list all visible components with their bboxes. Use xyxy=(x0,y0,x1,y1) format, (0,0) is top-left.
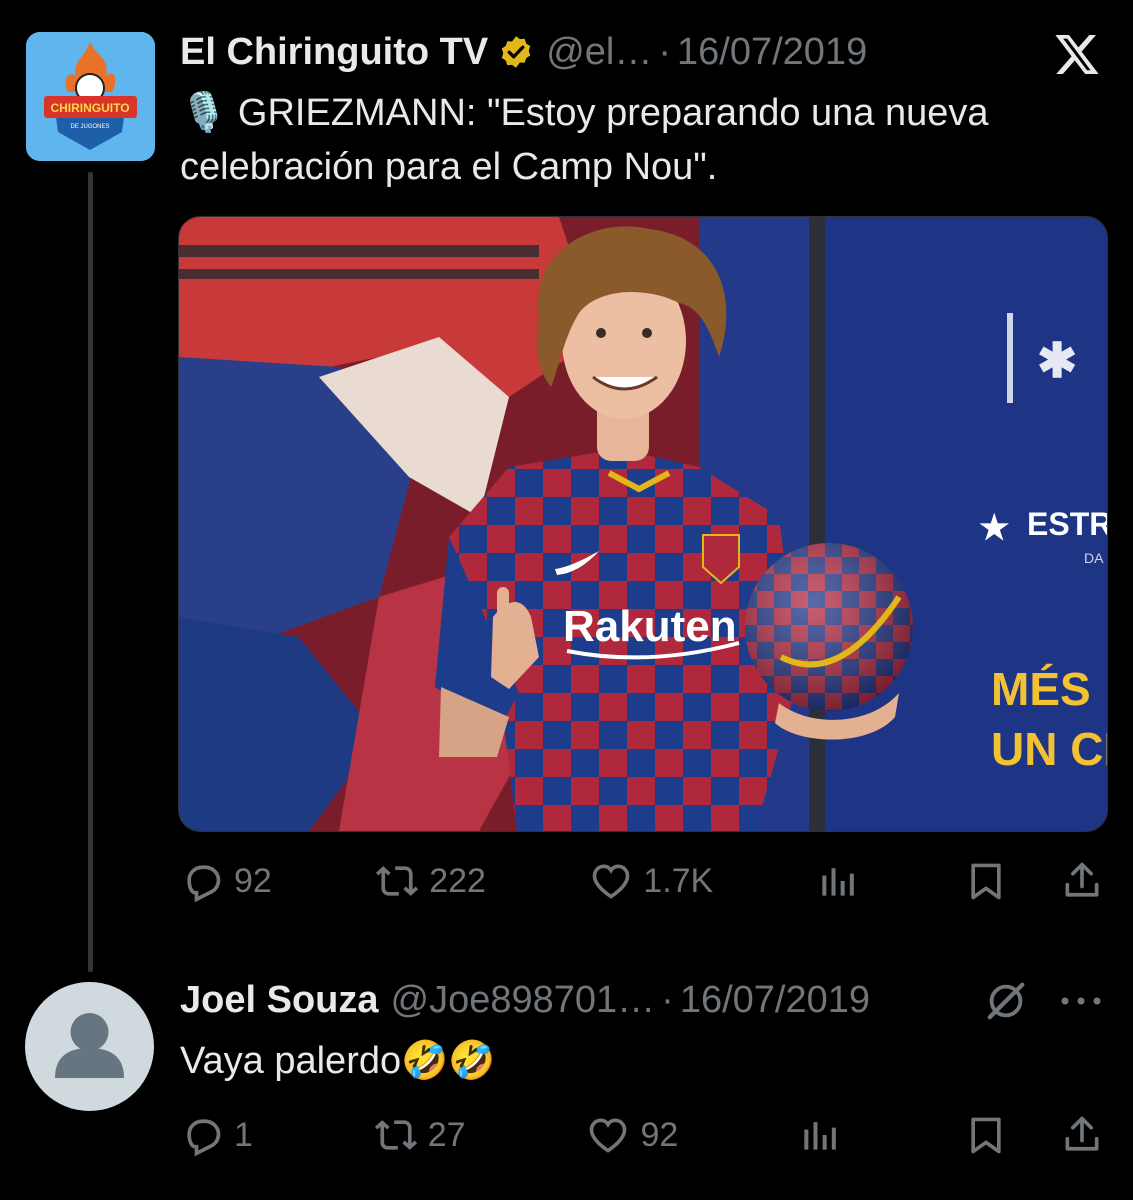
tweet-actions-bar: 92 222 1.7K xyxy=(180,856,1104,906)
reply-reply-button[interactable]: 1 xyxy=(180,1113,253,1157)
svg-text:★: ★ xyxy=(979,509,1009,547)
tweet-text: GRIEZMANN: "Estoy preparando una nueva c… xyxy=(180,92,989,188)
x-logo-icon[interactable] xyxy=(1053,30,1101,78)
reply-author-name[interactable]: Joel Souza xyxy=(180,979,379,1022)
repost-icon xyxy=(374,1120,417,1150)
reply-bookmark-button[interactable] xyxy=(964,1113,1008,1157)
heart-icon xyxy=(590,1118,627,1153)
views-chart-icon xyxy=(804,1122,836,1150)
banner-line2-text: UN CI xyxy=(991,723,1107,775)
repost-button[interactable]: 222 xyxy=(375,859,486,903)
views-button[interactable] xyxy=(817,859,861,903)
tweet-photo[interactable]: ✱ ★ ESTR DA MÉS UN CI Rakuten xyxy=(178,216,1108,832)
verified-badge-icon[interactable] xyxy=(498,34,534,70)
heart-icon xyxy=(592,864,630,899)
tweet-header: El Chiringuito TV @el… · 16/07/2019 xyxy=(180,30,1103,74)
reply-reply-count: 1 xyxy=(234,1115,253,1154)
reply-date[interactable]: 16/07/2019 xyxy=(680,979,870,1022)
banner-line1-text: MÉS xyxy=(991,663,1091,715)
banner-sub-text: DA xyxy=(1084,550,1104,566)
shirt-sponsor-text: Rakuten xyxy=(563,602,737,651)
author-handle[interactable]: @el… xyxy=(546,31,652,74)
reply-like-button[interactable]: 92 xyxy=(586,1113,678,1157)
bookmark-button[interactable] xyxy=(964,859,1008,903)
thread-connector-line xyxy=(88,172,93,972)
reply-button[interactable]: 92 xyxy=(180,859,272,903)
default-avatar-icon xyxy=(55,1013,124,1078)
avatar-logo-subtext: DE JUGONES xyxy=(70,124,109,130)
reply-repost-button[interactable]: 27 xyxy=(374,1113,466,1157)
share-button[interactable] xyxy=(1060,859,1104,903)
svg-text:✱: ✱ xyxy=(1037,335,1077,388)
reply-views-button[interactable] xyxy=(799,1113,843,1157)
reply-icon xyxy=(187,865,221,903)
header-separator: · xyxy=(658,30,672,73)
repost-count: 222 xyxy=(429,861,486,900)
share-icon xyxy=(1065,1116,1099,1151)
reply-text: Vaya palerdo🤣🤣 xyxy=(180,1040,496,1082)
tweet-date[interactable]: 16/07/2019 xyxy=(677,31,867,74)
tweet-text-container: 🎙️ GRIEZMANN: "Estoy preparando una nuev… xyxy=(180,86,1110,194)
reply-icon xyxy=(187,1119,221,1157)
microphone-emoji-icon: 🎙️ xyxy=(180,92,228,134)
reply-actions-bar: 1 27 92 xyxy=(180,1110,1104,1160)
views-chart-icon xyxy=(821,868,854,896)
banner-brand-text: ESTR xyxy=(1027,506,1107,542)
reply-like-count: 92 xyxy=(640,1115,679,1154)
reply-header: Joel Souza @Joe898701… · 16/07/2019 xyxy=(180,978,1103,1022)
more-icon[interactable] xyxy=(1059,995,1103,1007)
reply-repost-count: 27 xyxy=(427,1115,466,1154)
avatar-logo-text: CHIRINGUITO xyxy=(50,101,129,115)
repost-icon xyxy=(376,866,419,896)
griezmann-photo-illustration: ✱ ★ ESTR DA MÉS UN CI Rakuten xyxy=(179,217,1107,831)
bookmark-icon xyxy=(971,1117,1001,1154)
bookmark-icon xyxy=(971,863,1001,900)
like-count: 1.7K xyxy=(643,861,714,900)
reply-count: 92 xyxy=(234,861,272,900)
reply-header-separator: · xyxy=(661,978,674,1021)
reply-author-avatar[interactable] xyxy=(25,982,154,1111)
reply-share-button[interactable] xyxy=(1060,1113,1104,1157)
grok-icon[interactable] xyxy=(983,978,1029,1024)
reply-author-handle[interactable]: @Joe898701… xyxy=(391,979,656,1022)
like-button[interactable]: 1.7K xyxy=(589,859,713,903)
author-avatar[interactable]: CHIRINGUITO DE JUGONES xyxy=(26,32,155,161)
share-icon xyxy=(1065,862,1099,897)
author-name[interactable]: El Chiringuito TV xyxy=(180,31,488,74)
